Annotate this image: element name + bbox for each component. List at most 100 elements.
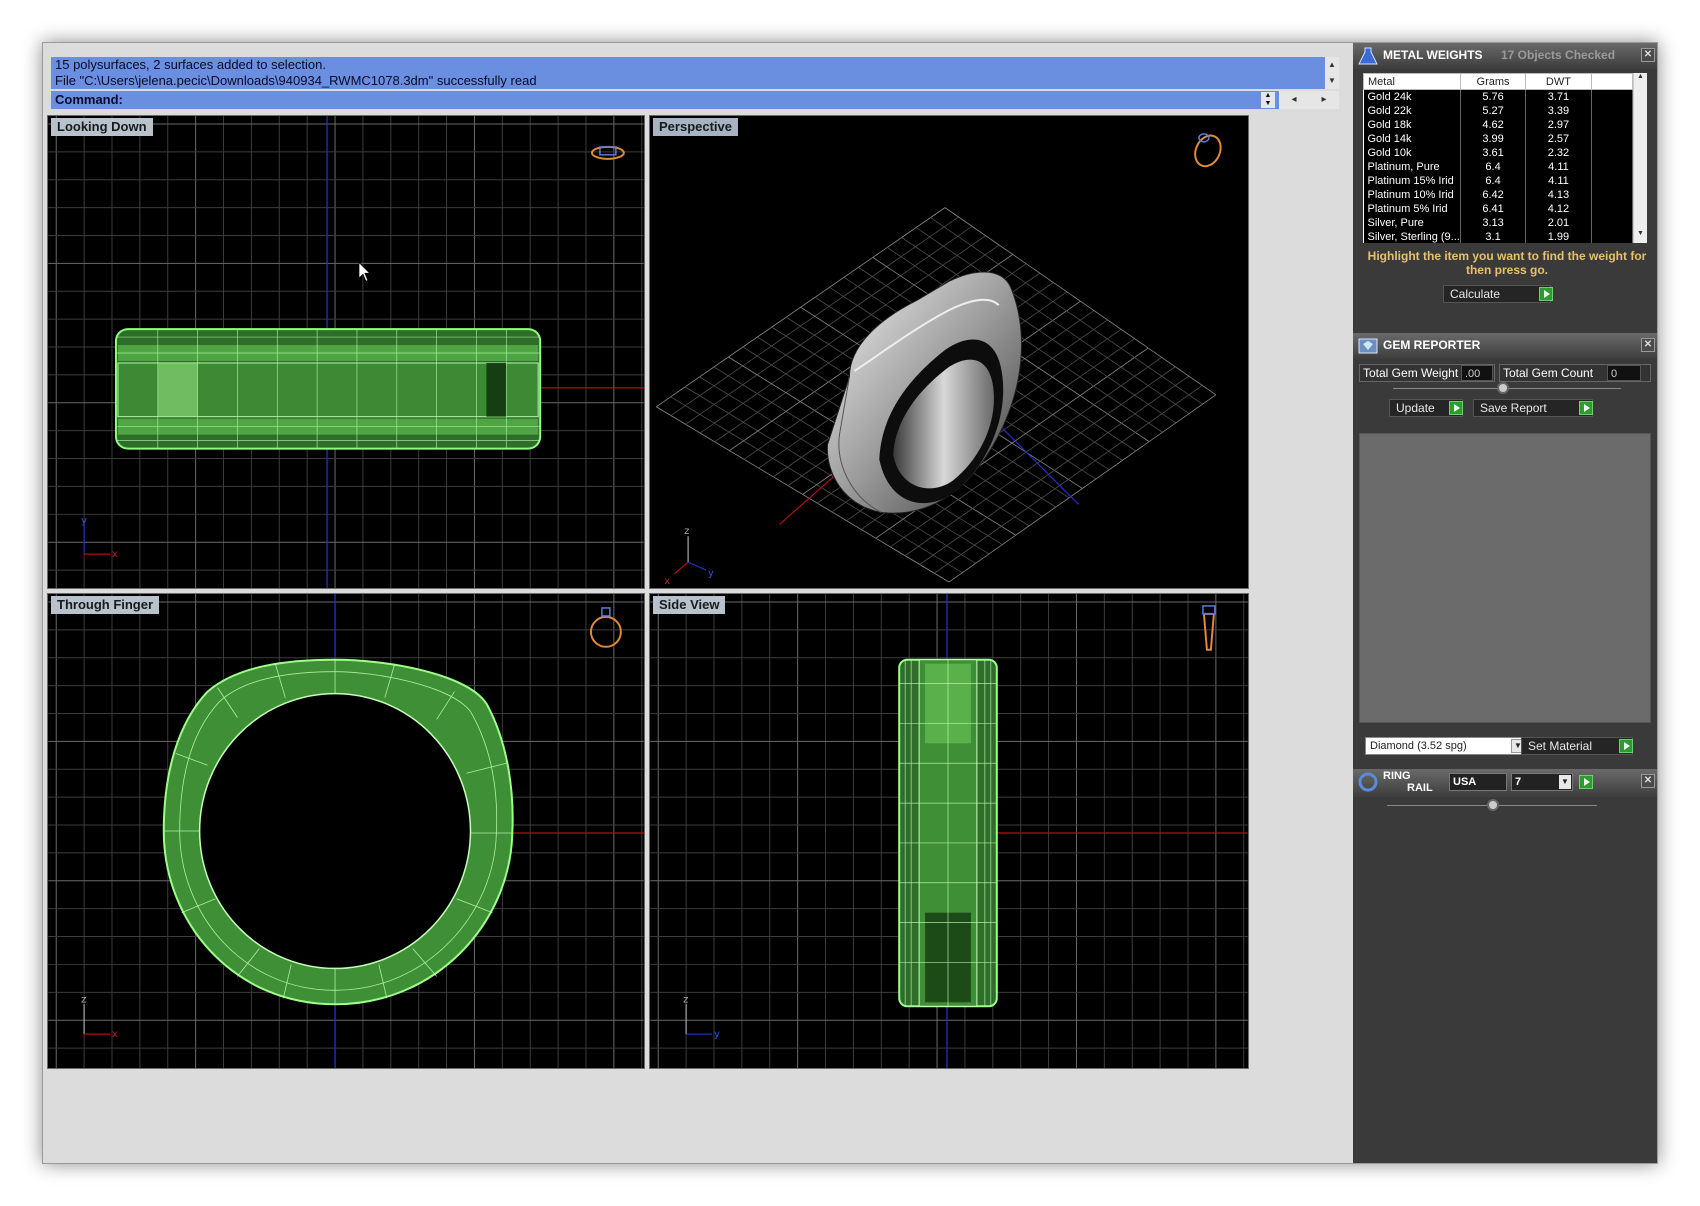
scroll-right-icon[interactable]: ▸ — [1321, 91, 1326, 109]
spacer-cell — [1591, 201, 1634, 216]
ring-front-view[interactable] — [162, 658, 514, 1006]
gizmo-axis-b: x — [664, 576, 670, 587]
viewport-through-finger-canvas[interactable]: z x — [48, 594, 644, 1068]
metal-table-scrollbar[interactable]: ▲ ▼ — [1633, 73, 1647, 243]
table-row[interactable]: Platinum, Pure 6.4 4.11 — [1363, 159, 1634, 174]
ring-icon — [1358, 772, 1378, 792]
viewport-side-view-canvas[interactable]: z y — [650, 594, 1248, 1068]
gem-reporter-title: GEM REPORTER — [1383, 338, 1481, 352]
dwt-cell: 4.11 — [1525, 159, 1592, 174]
command-spinner[interactable]: ▲ ▼ — [1261, 92, 1275, 108]
spacer-cell — [1591, 187, 1634, 202]
viewport-looking-down[interactable]: y x Looking Down — [47, 115, 645, 589]
material-select[interactable]: Diamond (3.52 spg) ▼ — [1365, 737, 1527, 755]
viewport-title-side-view[interactable]: Side View — [653, 596, 726, 614]
viewport-looking-down-canvas[interactable]: y x — [48, 116, 644, 588]
ring-side-icon[interactable] — [1202, 605, 1216, 651]
dwt-cell: 4.11 — [1525, 173, 1592, 188]
spacer-cell — [1591, 145, 1634, 160]
save-report-button[interactable]: Save Report — [1473, 399, 1593, 417]
close-icon[interactable]: ✕ — [1641, 338, 1655, 352]
viewport-side-view[interactable]: z y Side View — [649, 593, 1249, 1069]
table-row[interactable]: Silver, Sterling (9... 3.1 1.99 — [1363, 229, 1634, 243]
grams-cell: 3.61 — [1460, 145, 1527, 160]
calculate-go-button[interactable] — [1539, 287, 1553, 301]
gem-report-list[interactable] — [1359, 433, 1651, 723]
table-row[interactable]: Gold 14k 3.99 2.57 — [1363, 131, 1634, 146]
table-row[interactable]: Platinum 5% Irid 6.41 4.12 — [1363, 201, 1634, 216]
save-report-go-button[interactable] — [1579, 401, 1593, 415]
command-scroll-arrows[interactable]: ◂ ▸ — [1279, 91, 1339, 109]
spacer-cell — [1591, 173, 1634, 188]
metal-weights-status: 17 Objects Checked — [1501, 48, 1616, 62]
spacer-cell — [1591, 103, 1634, 118]
grams-cell: 6.4 — [1460, 173, 1527, 188]
metal-weights-table[interactable]: Metal Grams DWT Gold 24k 5.76 3.71 Gold 22k… — [1363, 73, 1647, 243]
ring-size-value: 7 — [1515, 776, 1522, 788]
command-history: 15 polysurfaces, 2 surfaces added to sel… — [51, 57, 1339, 89]
metal-name-cell: Gold 24k — [1363, 89, 1461, 104]
gem-slider-knob[interactable] — [1497, 382, 1509, 394]
dwt-cell: 2.57 — [1525, 131, 1592, 146]
set-material-go-button[interactable] — [1619, 739, 1633, 753]
calculate-button[interactable]: Calculate — [1443, 285, 1551, 303]
table-row[interactable]: Silver, Pure 3.13 2.01 — [1363, 215, 1634, 230]
close-icon[interactable]: ✕ — [1641, 48, 1655, 62]
spacer-cell — [1591, 215, 1634, 230]
viewport-perspective[interactable]: z x y Perspective — [649, 115, 1249, 589]
ring-size-select[interactable]: 7 ▼ — [1511, 773, 1573, 791]
ring-size-standard[interactable]: USA — [1449, 773, 1507, 791]
viewport-title-perspective[interactable]: Perspective — [653, 118, 738, 136]
ring-perspective-icon[interactable] — [1190, 131, 1225, 170]
metal-name-cell: Platinum 5% Irid — [1363, 201, 1461, 216]
chevron-down-icon[interactable]: ▼ — [1559, 775, 1571, 789]
command-history-scrollbar[interactable]: ▲ ▼ — [1325, 57, 1339, 89]
ring-rail-slider-knob[interactable] — [1487, 799, 1499, 811]
spacer-cell — [1591, 159, 1634, 174]
table-row[interactable]: Gold 10k 3.61 2.32 — [1363, 145, 1634, 160]
grams-cell: 6.4 — [1460, 159, 1527, 174]
ring-front-icon[interactable] — [589, 607, 622, 648]
dwt-cell: 2.32 — [1525, 145, 1592, 160]
ring-side-view[interactable] — [898, 658, 998, 1008]
viewport-perspective-canvas[interactable]: z x y — [650, 116, 1248, 588]
table-row[interactable]: Gold 24k 5.76 3.71 — [1363, 89, 1634, 104]
ring-rail-go-button[interactable] — [1579, 775, 1593, 789]
metal-name-cell: Silver, Pure — [1363, 215, 1461, 230]
command-prompt: Command: — [55, 92, 123, 107]
column-header-grams[interactable]: Grams — [1459, 73, 1527, 90]
metal-name-cell: Gold 10k — [1363, 145, 1461, 160]
table-row[interactable]: Gold 18k 4.62 2.97 — [1363, 117, 1634, 132]
table-row[interactable]: Gold 22k 5.27 3.39 — [1363, 103, 1634, 118]
spacer-cell — [1591, 131, 1634, 146]
dwt-cell: 4.13 — [1525, 187, 1592, 202]
table-row[interactable]: Platinum 15% Irid 6.4 4.11 — [1363, 173, 1634, 188]
metal-weights-header: METAL WEIGHTS 17 Objects Checked ✕ — [1353, 43, 1657, 69]
set-material-button[interactable]: Set Material — [1521, 737, 1633, 755]
metal-name-cell: Gold 18k — [1363, 117, 1461, 132]
metal-name-cell: Gold 14k — [1363, 131, 1461, 146]
grams-cell: 3.99 — [1460, 131, 1527, 146]
metal-weights-rows: Gold 24k 5.76 3.71 Gold 22k 5.27 3.39 Gold 18k… — [1363, 89, 1634, 243]
column-header-dwt[interactable]: DWT — [1525, 73, 1592, 90]
grams-cell: 5.76 — [1460, 89, 1527, 104]
viewport-through-finger[interactable]: z x Through Finger — [47, 593, 645, 1069]
ring-3d-render[interactable] — [827, 271, 1023, 514]
close-icon[interactable]: ✕ — [1641, 774, 1655, 788]
scroll-left-icon[interactable]: ◂ — [1291, 91, 1296, 109]
total-gem-count-value: 0 — [1607, 365, 1641, 381]
viewport-title-through-finger[interactable]: Through Finger — [51, 596, 160, 614]
ring-top-icon[interactable] — [590, 145, 625, 160]
gem-icon — [1358, 338, 1378, 354]
flask-icon — [1358, 47, 1378, 65]
update-go-button[interactable] — [1449, 401, 1463, 415]
ring-top-view[interactable] — [114, 328, 542, 450]
viewport-title-looking-down[interactable]: Looking Down — [51, 118, 153, 136]
table-row[interactable]: Platinum 10% Irid 6.42 4.13 — [1363, 187, 1634, 202]
gizmo-axis-a: z — [81, 994, 86, 1005]
grams-cell: 4.62 — [1460, 117, 1527, 132]
column-header-metal[interactable]: Metal — [1363, 73, 1461, 90]
ring-rail-title-line1: RING — [1383, 770, 1411, 782]
command-input[interactable]: Command: ▲ ▼ ◂ ▸ — [51, 91, 1339, 109]
metal-name-cell: Platinum, Pure — [1363, 159, 1461, 174]
